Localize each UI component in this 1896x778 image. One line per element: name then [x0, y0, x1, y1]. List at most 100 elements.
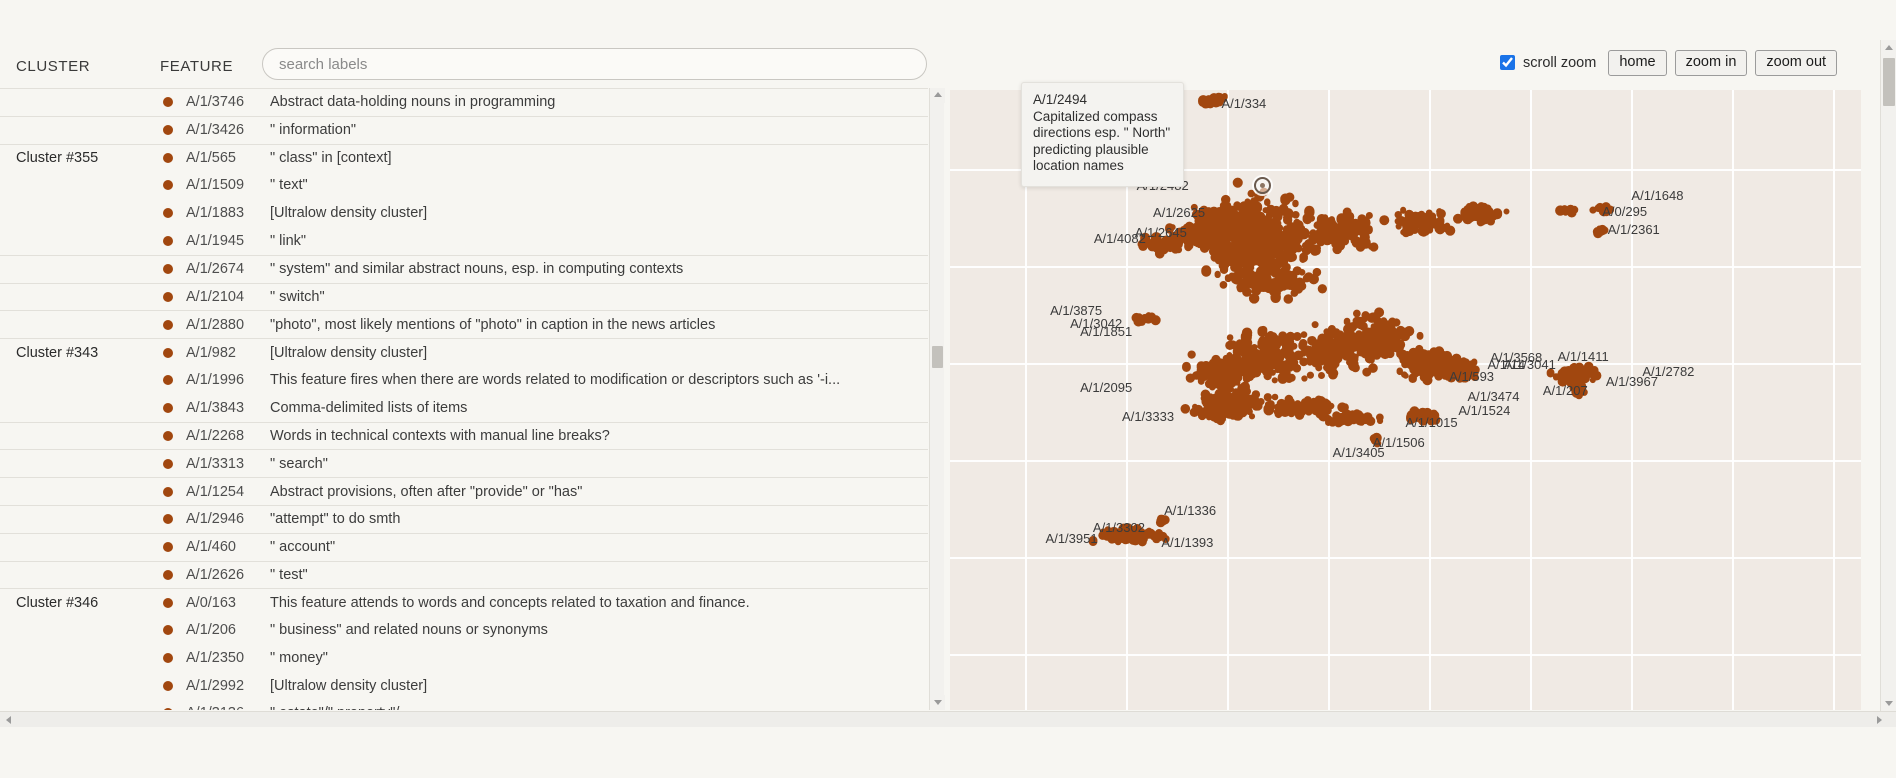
feature-id[interactable]: A/0/163 — [186, 595, 236, 611]
feature-id[interactable]: A/1/206 — [186, 622, 236, 638]
cluster-name: Cluster #355 — [16, 149, 99, 166]
feature-label: " class" in [context] — [270, 149, 392, 166]
search-input[interactable] — [262, 48, 927, 80]
page-vertical-scrollbar[interactable] — [1880, 40, 1896, 711]
point-tooltip: A/1/2494 Capitalized compass directions … — [1021, 82, 1184, 187]
column-header-cluster: CLUSTER — [16, 58, 91, 75]
feature-id[interactable]: A/1/1254 — [186, 484, 244, 500]
feature-id[interactable]: A/1/2880 — [186, 317, 244, 333]
feature-color-dot-icon — [163, 597, 173, 608]
feature-color-dot-icon — [163, 208, 173, 219]
feature-label: Abstract data-holding nouns in programmi… — [270, 94, 556, 111]
feature-table-scroll-area[interactable]: A/1/3746 Abstract data-holding nouns in p… — [0, 88, 928, 710]
feature-id[interactable]: A/1/3313 — [186, 456, 244, 472]
feature-color-dot-icon — [163, 152, 173, 163]
table-row[interactable]: A/1/460 " account" — [0, 532, 928, 561]
page-scroll-down-arrow-icon[interactable] — [1881, 695, 1896, 711]
table-row[interactable]: A/1/2268 Words in technical contexts with… — [0, 421, 928, 450]
table-row[interactable]: A/1/3136 " estate"/" property"/... — [0, 699, 928, 710]
feature-color-dot-icon — [163, 97, 173, 108]
scroll-zoom-checkbox[interactable] — [1500, 55, 1515, 71]
table-row[interactable]: A/1/3313 " search" — [0, 449, 928, 478]
feature-id[interactable]: A/1/565 — [186, 150, 236, 166]
feature-table-panel: CLUSTER FEATURE A/1/3746 Abstract data-ho… — [0, 0, 950, 730]
table-row[interactable]: A/1/2880 "photo", most likely mentions of… — [0, 310, 928, 339]
feature-id[interactable]: A/1/2104 — [186, 289, 244, 305]
page-scrollbar-thumb[interactable] — [1883, 58, 1895, 106]
feature-id[interactable]: A/1/1996 — [186, 372, 244, 388]
feature-label: [Ultralow density cluster] — [270, 677, 428, 694]
feature-id[interactable]: A/1/1509 — [186, 177, 244, 193]
feature-table: A/1/3746 Abstract data-holding nouns in p… — [0, 88, 928, 710]
scroll-down-arrow-icon[interactable] — [930, 695, 945, 710]
table-row[interactable]: Cluster #346 A/0/163 This feature attends … — [0, 588, 928, 617]
feature-id[interactable]: A/1/3746 — [186, 94, 244, 110]
feature-color-dot-icon — [163, 569, 173, 580]
scroll-zoom-label: scroll zoom — [1523, 54, 1597, 71]
feature-label: This feature fires when there are words … — [270, 371, 841, 388]
search-container — [262, 48, 927, 80]
table-row[interactable]: A/1/1254 Abstract provisions, often after… — [0, 477, 928, 505]
feature-id[interactable]: A/1/982 — [186, 345, 236, 361]
scroll-up-arrow-icon[interactable] — [930, 88, 945, 103]
table-row[interactable]: A/1/3843 Comma-delimited lists of items — [0, 393, 928, 422]
feature-color-dot-icon — [163, 458, 173, 469]
table-vertical-scrollbar[interactable] — [929, 88, 945, 710]
zoom-out-button[interactable]: zoom out — [1755, 50, 1838, 76]
feature-label: " test" — [270, 566, 308, 583]
cluster-name: Cluster #346 — [16, 594, 99, 611]
table-row[interactable]: A/1/1509 " text" — [0, 171, 928, 200]
feature-label: " switch" — [270, 288, 325, 305]
feature-label: This feature attends to words and concep… — [270, 594, 750, 611]
tooltip-feature-id: A/1/2494 — [1033, 92, 1088, 107]
feature-id[interactable]: A/1/1945 — [186, 233, 244, 249]
table-row[interactable]: A/1/3746 Abstract data-holding nouns in p… — [0, 88, 928, 116]
feature-label: " business" and related nouns or synonym… — [270, 622, 548, 639]
table-row[interactable]: A/1/2992 [Ultralow density cluster] — [0, 671, 928, 700]
feature-label: " money" — [270, 649, 328, 666]
feature-color-dot-icon — [163, 708, 173, 710]
page-horizontal-scrollbar[interactable] — [0, 711, 1896, 727]
page-scroll-right-arrow-icon[interactable] — [1872, 712, 1888, 727]
table-row[interactable]: A/1/1883 [Ultralow density cluster] — [0, 199, 928, 227]
feature-id[interactable]: A/1/2992 — [186, 678, 244, 694]
table-row[interactable]: A/1/1945 " link" — [0, 226, 928, 255]
feature-label: "photo", most likely mentions of "photo"… — [270, 316, 716, 333]
page-scroll-up-arrow-icon[interactable] — [1881, 40, 1896, 56]
feature-color-dot-icon — [163, 264, 173, 275]
feature-id[interactable]: A/1/2674 — [186, 261, 244, 277]
feature-color-dot-icon — [163, 652, 173, 663]
table-row[interactable]: Cluster #343 A/1/982 [Ultralow density clu… — [0, 338, 928, 366]
zoom-in-button[interactable]: zoom in — [1674, 50, 1748, 76]
feature-color-dot-icon — [163, 625, 173, 636]
feature-label: Abstract provisions, often after "provid… — [270, 483, 583, 500]
feature-label: "attempt" to do smth — [270, 511, 401, 528]
feature-label: " search" — [270, 455, 328, 472]
feature-id[interactable]: A/1/2946 — [186, 511, 244, 527]
feature-id[interactable]: A/1/2626 — [186, 567, 244, 583]
feature-label: [Ultralow density cluster] — [270, 344, 428, 361]
feature-id[interactable]: A/1/1883 — [186, 205, 244, 221]
table-row[interactable]: A/1/1996 This feature fires when there ar… — [0, 365, 928, 394]
table-row[interactable]: A/1/3426 " information" — [0, 115, 928, 144]
feature-id[interactable]: A/1/3426 — [186, 122, 244, 138]
page-scroll-left-arrow-icon[interactable] — [2, 712, 18, 727]
feature-color-dot-icon — [163, 319, 173, 330]
table-row[interactable]: A/1/2350 " money" — [0, 643, 928, 672]
table-row[interactable]: A/1/2946 "attempt" to do smth — [0, 504, 928, 533]
feature-id[interactable]: A/1/2268 — [186, 428, 244, 444]
feature-id[interactable]: A/1/3136 — [186, 705, 244, 710]
table-row[interactable]: Cluster #355 A/1/565 " class" in [context] — [0, 143, 928, 172]
feature-color-dot-icon — [163, 291, 173, 302]
table-row[interactable]: A/1/206 " business" and related nouns or … — [0, 616, 928, 644]
table-row[interactable]: A/1/2626 " test" — [0, 560, 928, 589]
feature-id[interactable]: A/1/3843 — [186, 400, 244, 416]
home-button[interactable]: home — [1608, 50, 1667, 76]
table-row[interactable]: A/1/2104 " switch" — [0, 282, 928, 311]
table-scrollbar-thumb[interactable] — [932, 346, 943, 368]
table-row[interactable]: A/1/2674 " system" and similar abstract n… — [0, 254, 928, 283]
feature-id[interactable]: A/1/460 — [186, 539, 236, 555]
feature-id[interactable]: A/1/2350 — [186, 650, 244, 666]
plot-toolbar: scroll zoom home zoom in zoom out — [1500, 50, 1838, 76]
feature-color-dot-icon — [163, 235, 173, 246]
